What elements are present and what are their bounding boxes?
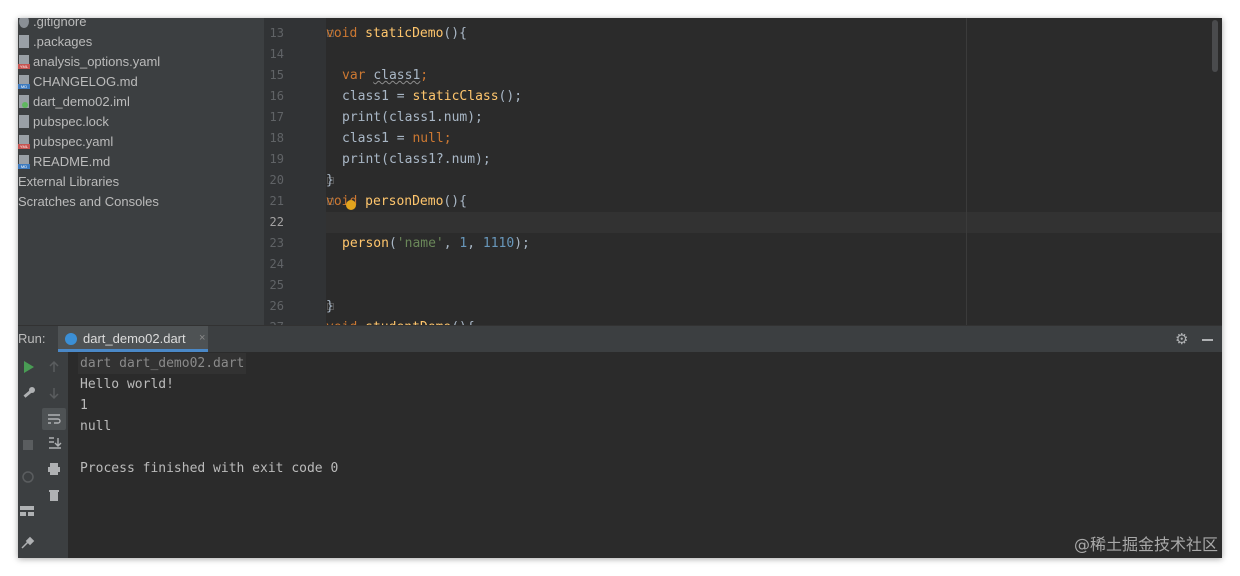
code-line-26: } [326,299,334,314]
editor-gutter: 13 14 15 16 17 18 19 20 21 22 23 24 25 2… [264,18,326,334]
run-label: Run: [18,331,46,346]
line-number: 18 [269,131,284,145]
lightbulb-icon[interactable] [346,200,356,210]
line-number: 14 [269,47,284,61]
up-arrow-icon[interactable] [46,360,62,374]
code-line-20: } [326,173,334,188]
close-icon[interactable]: × [199,332,205,344]
code-line-27: void studentDemo(){ [326,317,475,325]
console-line: Hello world! [80,377,174,392]
rerun-icon[interactable] [18,360,40,374]
ide-window: .gitignore .packages YML analysis_option… [18,18,1222,558]
code-line-23: person('name', 1, 1110); [342,236,530,251]
project-tree: .gitignore .packages YML analysis_option… [18,18,264,325]
code-line-17: print(class1.num); [342,110,483,125]
console-line: Process finished with exit code 0 [80,461,339,476]
line-number: 25 [269,278,284,292]
tree-item-external-libraries[interactable]: External Libraries [18,172,119,192]
soft-wrap-button[interactable] [42,408,66,430]
run-console[interactable]: dart dart_demo02.dart Hello world! 1 nul… [68,352,1222,558]
code-editor[interactable]: void staticDemo(){ var class1; class1 = … [326,18,1222,325]
line-number: 13 [269,26,284,40]
line-number: 24 [269,257,284,271]
minimize-icon[interactable] [1202,339,1213,341]
line-number-current: 22 [269,215,284,229]
yaml-file-icon: YML [18,135,30,149]
code-line-18: class1 = null; [342,131,452,146]
line-number: 15 [269,68,284,82]
print-icon[interactable] [46,462,62,476]
trash-icon[interactable] [46,488,62,502]
editor-scrollbar[interactable] [1212,20,1218,72]
pin-icon[interactable] [18,536,40,550]
run-tab-label: dart_demo02.dart [83,331,186,346]
line-number: 17 [269,110,284,124]
line-number: 20 [269,173,284,187]
yaml-file-icon: YML [18,55,30,69]
line-number: 19 [269,152,284,166]
markdown-file-icon: MD [18,155,30,169]
iml-file-icon [18,95,30,109]
line-number: 26 [269,299,284,313]
code-line-16: class1 = staticClass(); [342,89,523,104]
code-line-15: var class1; [342,68,429,83]
layout-icon[interactable] [18,504,40,518]
stop-icon[interactable] [18,438,40,452]
console-line: 1 [80,398,88,413]
run-tab[interactable]: dart_demo02.dart × [58,326,208,352]
watermark: @稀土掘金技术社区 [1073,535,1218,554]
markdown-file-icon: MD [18,75,30,89]
line-number: 23 [269,236,284,250]
run-toolwindow-header: Run: dart_demo02.dart × ⚙ [18,325,1222,352]
dart-icon [65,333,77,345]
wrench-icon[interactable] [18,386,40,400]
code-line-19: print(class1?.num); [342,152,491,167]
console-toolbar [40,352,68,558]
text-file-icon [18,35,30,49]
down-arrow-icon[interactable] [46,386,62,400]
right-margin-guide [966,18,967,325]
code-line-13: void staticDemo(){ [326,26,467,41]
console-command: dart dart_demo02.dart [78,353,247,374]
line-number: 21 [269,194,284,208]
run-toolbar [18,352,40,558]
soft-wrap-icon [48,414,61,424]
text-file-icon [18,115,30,129]
gear-icon[interactable]: ⚙ [1175,330,1188,348]
tree-item-scratches[interactable]: Scratches and Consoles [18,192,159,212]
current-line-highlight [326,212,1222,233]
line-number: 16 [269,89,284,103]
console-line: null [80,419,112,434]
scroll-to-end-icon[interactable] [46,436,62,450]
gitignore-file-icon [18,18,30,29]
history-icon[interactable] [18,470,40,484]
